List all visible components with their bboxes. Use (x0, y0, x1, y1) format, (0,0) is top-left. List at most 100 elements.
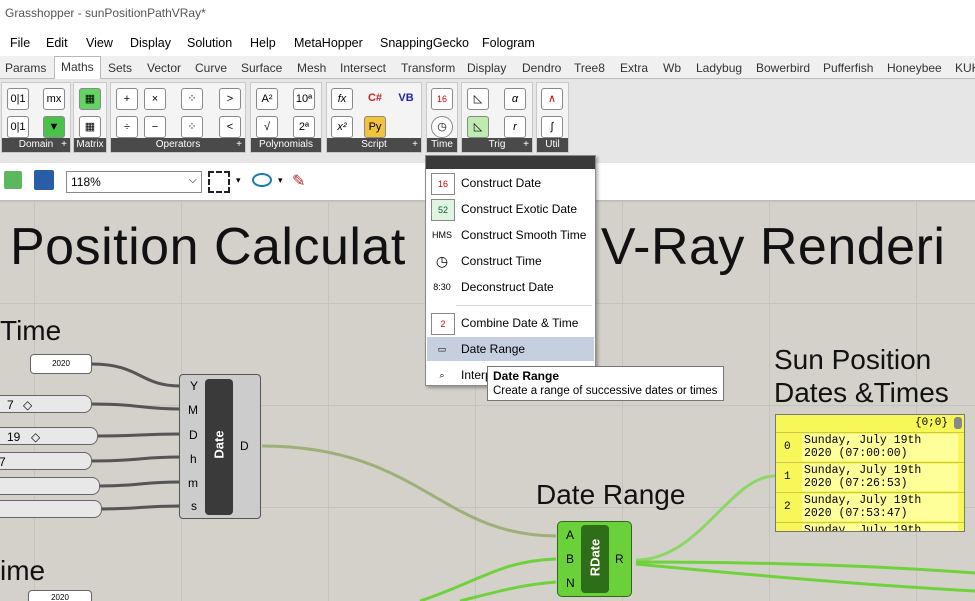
input-a[interactable]: A (566, 528, 574, 542)
menu-view[interactable]: View (86, 36, 113, 50)
menu-snappinggecko[interactable]: SnappingGecko (380, 36, 469, 50)
input-n[interactable]: N (566, 576, 575, 590)
tab-bowerbird[interactable]: Bowerbird (756, 61, 810, 75)
construct-domain-icon[interactable]: ▼ (43, 116, 65, 138)
tab-intersect[interactable]: Intersect (340, 61, 386, 75)
power-of-2-icon[interactable]: 2ª (293, 116, 315, 138)
menu-metahopper[interactable]: MetaHopper (294, 36, 363, 50)
multiply-icon[interactable]: × (144, 88, 166, 110)
menu-item-date-range[interactable]: ▭ Date Range (427, 337, 594, 361)
eye-icon[interactable] (252, 173, 272, 187)
menu-item-construct-smooth-time[interactable]: HMS Construct Smooth Time (427, 223, 594, 247)
tab-tree8[interactable]: Tree8 (574, 61, 605, 75)
power-icon[interactable]: A² (256, 88, 278, 110)
menu-solution[interactable]: Solution (187, 36, 232, 50)
input-m[interactable]: M (188, 403, 198, 417)
input-b[interactable]: B (566, 552, 574, 566)
group-domain: 0|1 mx 0|1 ▼ Domain + (1, 82, 71, 153)
power-of-10-icon[interactable]: 10ª (293, 88, 315, 110)
chevron-down-icon[interactable]: ▾ (278, 175, 283, 186)
mass-addition-icon[interactable]: ⁘ (181, 116, 203, 138)
right-trig-icon[interactable]: ◺ (467, 116, 489, 138)
date-icon[interactable]: 16 (431, 88, 453, 110)
subtraction-icon[interactable]: − (144, 116, 166, 138)
menu-fologram[interactable]: Fologram (482, 36, 535, 50)
input-y[interactable]: Y (190, 379, 198, 393)
open-file-icon[interactable] (4, 171, 22, 189)
tab-transform[interactable]: Transform (401, 61, 455, 75)
alpha-icon[interactable]: α (504, 88, 526, 110)
bounds-icon[interactable]: mx (43, 88, 65, 110)
tab-wb[interactable]: Wb (663, 61, 681, 75)
matrix-icon[interactable]: ▦ (79, 88, 101, 110)
graph-icon[interactable]: ∫ (541, 116, 563, 138)
month-slider[interactable]: 7 ◇ (0, 395, 92, 413)
addition-icon[interactable]: + (116, 88, 138, 110)
tab-extra[interactable]: Extra (620, 61, 648, 75)
zoom-extents-icon[interactable] (208, 171, 230, 193)
construct-date-component[interactable]: Y M D h m s Date D (179, 374, 261, 519)
radians-icon[interactable]: r (504, 116, 526, 138)
tab-vector[interactable]: Vector (147, 61, 181, 75)
hour-slider[interactable]: 7 (0, 452, 92, 470)
gaussian-icon[interactable]: ∧ (541, 88, 563, 110)
menu-item-construct-exotic-date[interactable]: 52 Construct Exotic Date (427, 197, 594, 221)
menu-edit[interactable]: Edit (46, 36, 68, 50)
date-range-component[interactable]: A B N RDate R (557, 521, 632, 597)
menu-help[interactable]: Help (250, 36, 276, 50)
vb-icon[interactable]: VB (395, 88, 417, 110)
tab-sets[interactable]: Sets (108, 61, 132, 75)
division-icon[interactable]: ÷ (116, 116, 138, 138)
menu-item-combine-date-time[interactable]: 2 Combine Date & Time (427, 311, 594, 335)
tab-maths[interactable]: Maths (54, 56, 101, 80)
display-matrix-icon[interactable]: ▦ (79, 116, 101, 138)
tab-curve[interactable]: Curve (195, 61, 227, 75)
remap-icon[interactable]: 0|1 (7, 116, 29, 138)
python-icon[interactable]: Py (364, 116, 386, 138)
menu-item-deconstruct-date[interactable]: 8:30 Deconstruct Date (427, 275, 594, 299)
tab-pufferfish[interactable]: Pufferfish (823, 61, 873, 75)
clock-icon[interactable]: ◷ (431, 116, 453, 138)
tab-mesh[interactable]: Mesh (297, 61, 326, 75)
component-body: Date (205, 379, 233, 515)
sketch-pen-icon[interactable]: ✎ (292, 171, 312, 191)
tab-surface[interactable]: Surface (241, 61, 282, 75)
tab-ladybug[interactable]: Ladybug (696, 61, 742, 75)
save-file-icon[interactable] (34, 170, 54, 190)
menu-item-construct-date[interactable]: 16 Construct Date (427, 171, 594, 195)
input-minute[interactable]: m (188, 476, 198, 490)
menu-file[interactable]: File (10, 36, 30, 50)
output-d[interactable]: D (240, 439, 249, 453)
slider-grip-icon[interactable]: ◇ (23, 398, 32, 412)
tab-display[interactable]: Display (467, 61, 506, 75)
input-d[interactable]: D (189, 428, 198, 442)
output-panel[interactable]: {0;0} 0 Sunday, July 19th 2020 (07:00:00)… (775, 414, 965, 532)
chevron-down-icon[interactable]: ▾ (236, 175, 241, 186)
slider-grip-icon[interactable]: ◇ (31, 430, 40, 444)
tab-kuk[interactable]: KUK (955, 61, 975, 75)
year-panel[interactable]: 2020 (30, 354, 92, 374)
smaller-than-icon[interactable]: < (219, 116, 241, 138)
larger-than-icon[interactable]: > (219, 88, 241, 110)
evaluate-icon[interactable]: x² (331, 116, 353, 138)
domain-icon[interactable]: 0|1 (7, 88, 29, 110)
panel-scrollbar[interactable] (954, 417, 962, 429)
zoom-dropdown[interactable]: 118% ⌵ (66, 171, 202, 193)
menu-display[interactable]: Display (130, 36, 171, 50)
expression-icon[interactable]: fx (331, 88, 353, 110)
input-h[interactable]: h (190, 452, 197, 466)
minute-slider[interactable] (0, 477, 100, 495)
year-panel-2[interactable]: 2020 (28, 590, 92, 601)
tab-params[interactable]: Params (5, 61, 46, 75)
day-slider[interactable]: 19 ◇ (0, 427, 98, 445)
tab-dendro[interactable]: Dendro (522, 61, 561, 75)
tab-honeybee[interactable]: Honeybee (887, 61, 942, 75)
triangle-trig-icon[interactable]: ◺ (467, 88, 489, 110)
input-s[interactable]: s (191, 499, 197, 513)
menu-item-construct-time[interactable]: ◷ Construct Time (427, 249, 594, 273)
second-slider[interactable] (0, 500, 102, 518)
mass-multiply-icon[interactable]: ⁘ (181, 88, 203, 110)
square-root-icon[interactable]: √ (256, 116, 278, 138)
csharp-icon[interactable]: C# (364, 88, 386, 110)
output-r[interactable]: R (615, 552, 624, 566)
